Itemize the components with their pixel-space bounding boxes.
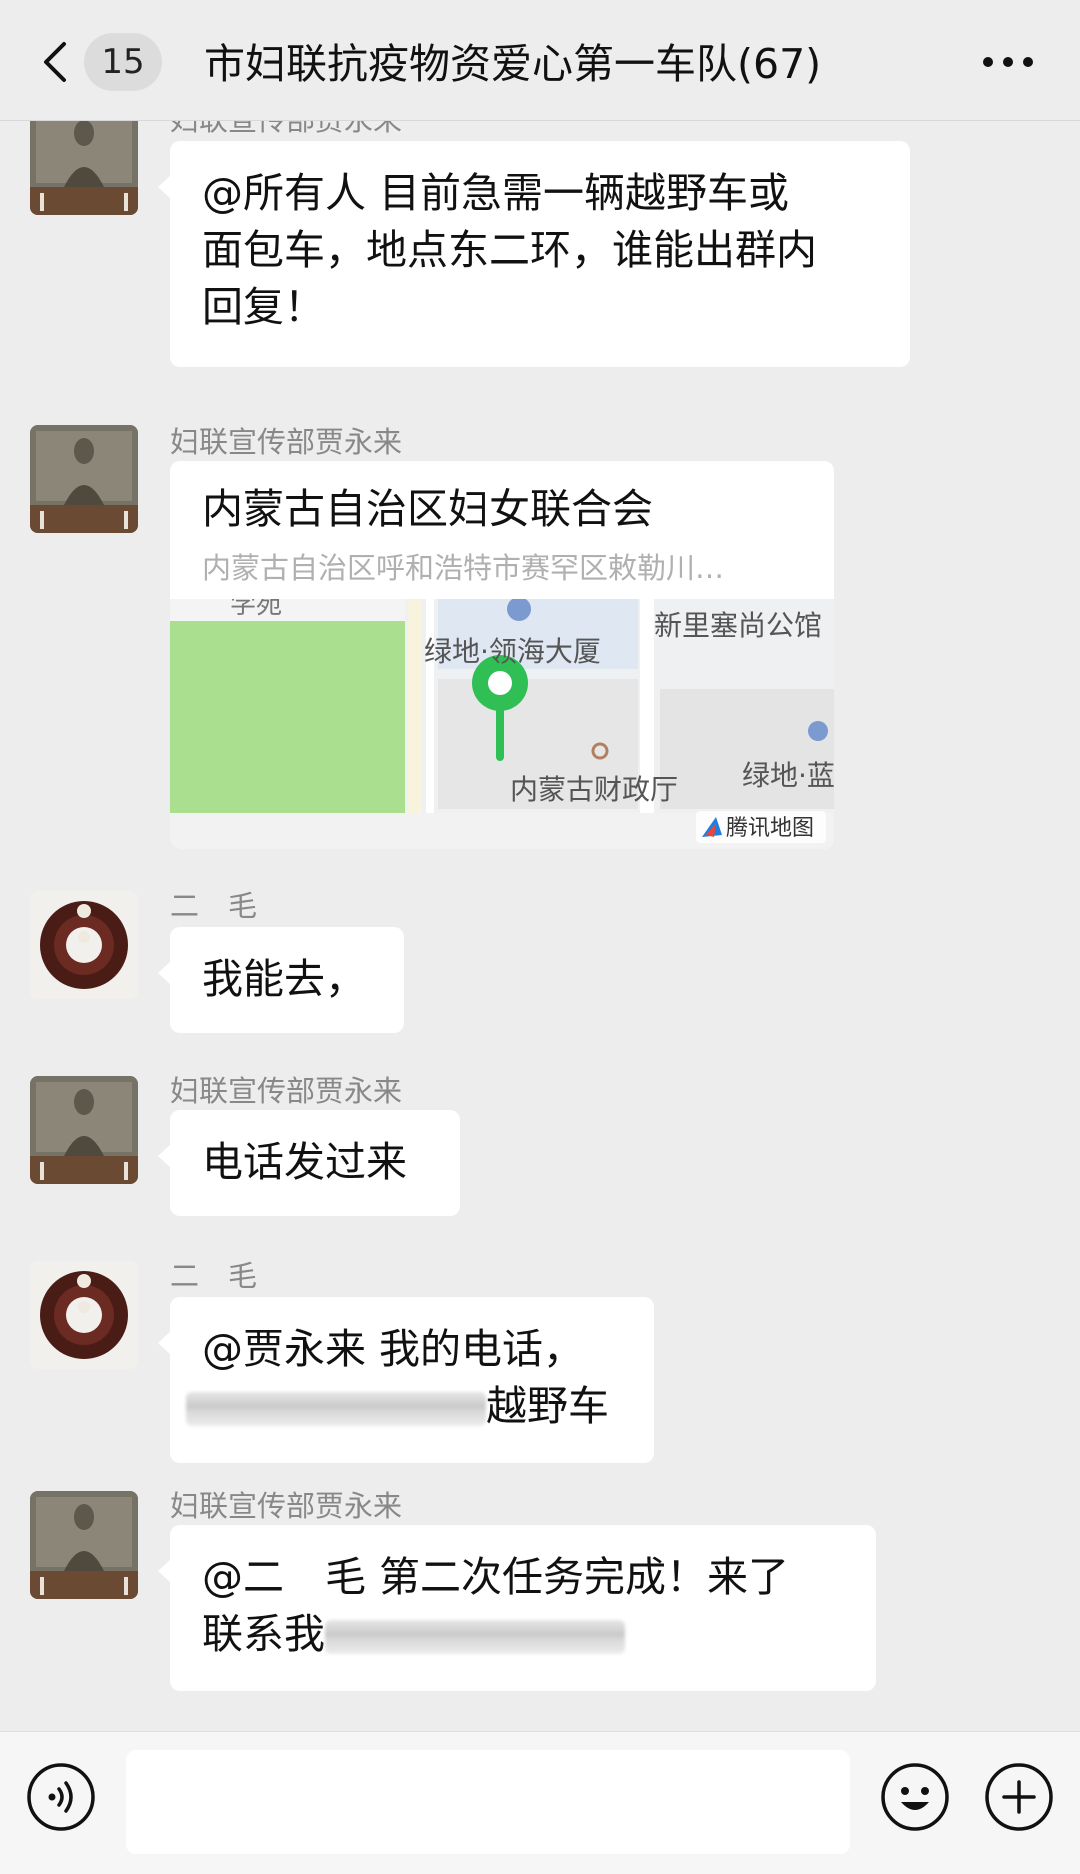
- statue-avatar-icon: [30, 1491, 138, 1599]
- message-bubble[interactable]: @所有人 目前急需一辆越野车或 面包车，地点东二环，谁能出群内 回复！: [158, 141, 910, 367]
- location-card[interactable]: 内蒙古自治区妇女联合会 内蒙古自治区呼和浩特市赛罕区敕勒川… 学苑 绿地·领海大…: [170, 461, 834, 849]
- message-bubble[interactable]: 我能去，: [158, 927, 404, 1033]
- map-building-label: 绿地·蓝: [742, 759, 834, 792]
- sender-avatar[interactable]: [30, 425, 138, 533]
- statue-avatar-icon: [30, 1076, 138, 1184]
- message-text-line: 面包车，地点东二环，谁能出群内: [202, 226, 817, 274]
- message-text-line: @二 毛 第二次任务完成！来了: [202, 1553, 790, 1601]
- emoji-icon[interactable]: [880, 1762, 950, 1832]
- redacted-phone-number: [186, 1392, 486, 1426]
- plus-icon[interactable]: [984, 1762, 1054, 1832]
- beads-avatar-icon: [30, 1261, 138, 1369]
- chat-title: 市妇联抗疫物资爱心第一车队(67): [204, 40, 822, 88]
- message-text-line: 电话发过来: [202, 1138, 407, 1186]
- sender-name: 妇联宣传部贾永来: [170, 121, 402, 139]
- message-text-line: 联系我: [202, 1610, 325, 1658]
- back-arrow-icon[interactable]: [38, 40, 74, 84]
- message-text-line: 回复！: [202, 283, 325, 331]
- sender-avatar[interactable]: [30, 1261, 138, 1369]
- sender-name: 二 毛: [170, 889, 258, 923]
- sender-name: 妇联宣传部贾永来: [170, 1489, 403, 1523]
- map-road-label: 学苑: [230, 599, 282, 620]
- message-text-line: @所有人 目前急需一辆越野车或: [202, 169, 790, 217]
- map-building-label: 新里塞尚公馆: [654, 609, 822, 642]
- redacted-phone-number: [325, 1620, 625, 1654]
- message-list[interactable]: 妇联宣传部贾永来 @所有人 目前急需一辆越野车或 面包车，地点东二环，谁能出群内…: [0, 121, 1080, 1731]
- message-bubble[interactable]: 电话发过来: [158, 1110, 460, 1216]
- sender-avatar[interactable]: [30, 121, 138, 215]
- chat-input-bar: [0, 1731, 1080, 1874]
- message-text-line: 越野车: [486, 1382, 609, 1430]
- sender-name: 二 毛: [170, 1259, 258, 1293]
- message-text-line: 我能去，: [202, 955, 366, 1003]
- location-map[interactable]: 学苑 绿地·领海大厦 新里塞尚公馆 内蒙古财政厅 绿地·蓝 腾讯地图: [170, 599, 834, 849]
- location-address: 内蒙古自治区呼和浩特市赛罕区敕勒川…: [202, 551, 725, 585]
- beads-avatar-icon: [30, 891, 138, 999]
- message-bubble[interactable]: @贾永来 我的电话， 越野车: [158, 1297, 654, 1463]
- sender-name: 妇联宣传部贾永来: [170, 425, 403, 459]
- sender-name: 妇联宣传部贾永来: [170, 1074, 403, 1108]
- chat-header: 15 市妇联抗疫物资爱心第一车队(67): [0, 0, 1080, 121]
- unread-count-badge[interactable]: 15: [84, 33, 162, 91]
- sender-avatar[interactable]: [30, 1076, 138, 1184]
- voice-icon[interactable]: [26, 1762, 96, 1832]
- sender-avatar[interactable]: [30, 1491, 138, 1599]
- statue-avatar-icon: [30, 121, 138, 215]
- map-building-label: 内蒙古财政厅: [510, 773, 678, 806]
- message-input[interactable]: [126, 1750, 850, 1854]
- map-provider-label: 腾讯地图: [726, 816, 814, 841]
- statue-avatar-icon: [30, 425, 138, 533]
- location-name: 内蒙古自治区妇女联合会: [202, 485, 653, 533]
- map-building-label: 绿地·领海大厦: [424, 635, 601, 668]
- message-text-line: @贾永来 我的电话，: [202, 1325, 585, 1373]
- more-options-icon[interactable]: [980, 48, 1036, 76]
- message-bubble[interactable]: @二 毛 第二次任务完成！来了 联系我: [158, 1525, 876, 1691]
- sender-avatar[interactable]: [30, 891, 138, 999]
